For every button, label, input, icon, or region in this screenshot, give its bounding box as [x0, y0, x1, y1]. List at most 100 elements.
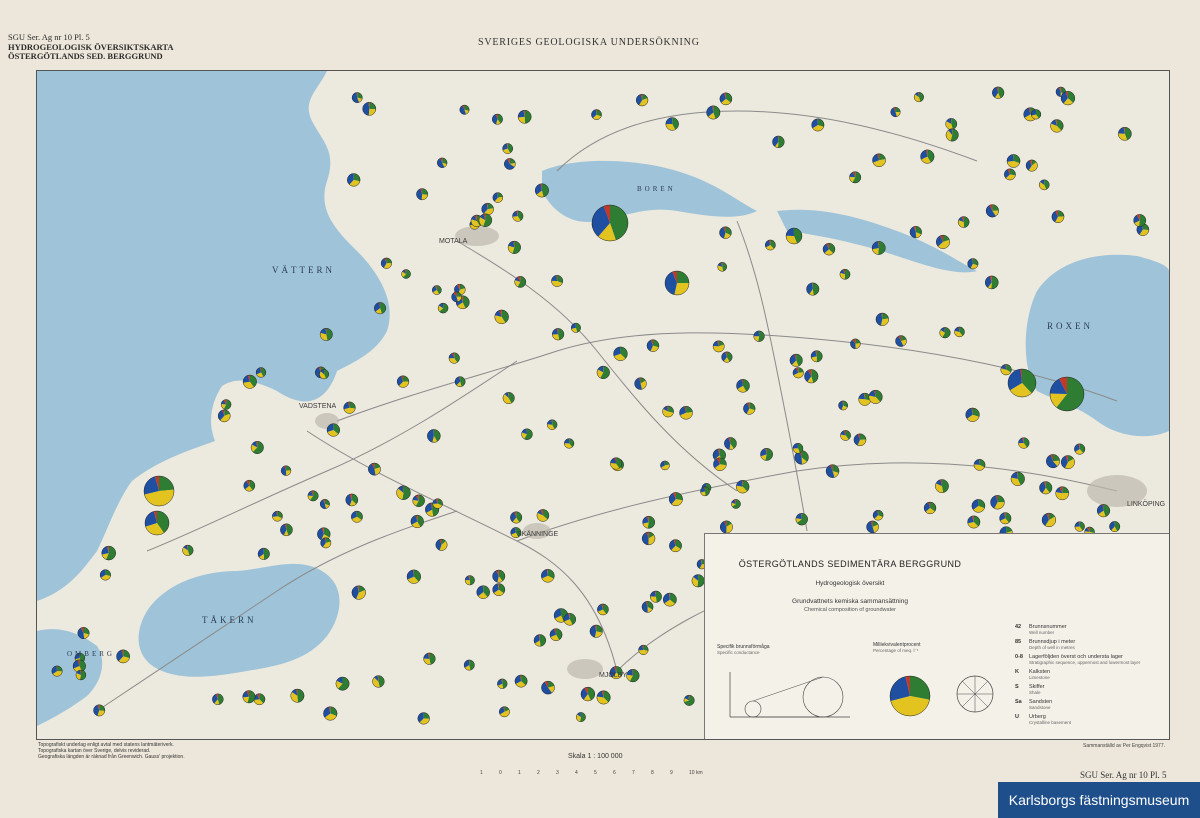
well-pie-symbol [743, 402, 756, 415]
legend-circle-diagram [956, 675, 994, 713]
legend-title: ÖSTERGÖTLANDS SEDIMENTÄRA BERGGRUND [738, 559, 962, 569]
well-pie-symbol [436, 157, 448, 168]
well-pie-symbol [706, 105, 721, 120]
well-pie-symbol [1050, 119, 1064, 133]
well-pie-symbol [1018, 437, 1030, 449]
well-pie-symbol [610, 457, 623, 470]
well-pie-symbol [985, 204, 999, 218]
legend-panel: ÖSTERGÖTLANDS SEDIMENTÄRA BERGGRUND Hydr… [704, 533, 1169, 749]
well-pie-symbol [1049, 376, 1085, 412]
well-pie-symbol [596, 365, 610, 380]
legend-key-item: Sa Sandsten Sandstone [1015, 699, 1165, 710]
legend-key-text: Lagerföljden överst och understa lager St… [1029, 654, 1141, 665]
well-pie-symbol [412, 494, 425, 507]
well-pie-symbol [272, 510, 283, 522]
well-pie-symbol [536, 509, 550, 522]
well-pie-symbol [634, 377, 647, 390]
well-pie-symbol [935, 234, 950, 249]
well-pie-symbol [1055, 486, 1070, 501]
legend-key-code: 42 [1015, 624, 1022, 630]
well-pie-symbol [494, 309, 509, 325]
well-pie-symbol [417, 712, 430, 725]
well-pie-symbol [416, 188, 429, 201]
header-left: SGU Ser. Ag nr 10 Pl. 5 HYDROGEOLOGISK Ö… [8, 32, 174, 62]
scale-tick: 2 [537, 770, 540, 776]
legend-key-code: 85 [1015, 639, 1022, 645]
scale-tick: 1 [480, 770, 483, 776]
well-pie-symbol [410, 514, 424, 529]
well-pie-symbol [872, 153, 886, 168]
well-pie-symbol [717, 262, 728, 272]
well-pie-symbol [323, 706, 338, 721]
well-pie-symbol [597, 603, 609, 616]
well-pie-symbol [1010, 471, 1025, 486]
well-pie-symbol [499, 706, 510, 718]
legend-key-code: 0-8 [1015, 654, 1023, 660]
well-pie-symbol [971, 499, 986, 513]
well-pie-symbol [99, 569, 111, 581]
well-pie-symbol [347, 173, 361, 187]
well-pie-symbol [144, 510, 170, 536]
legend-key-item: S Skiffer Shale [1015, 684, 1165, 695]
well-pie-symbol [580, 686, 596, 702]
percent-label-en: Percentage of meq. l⁻¹ [873, 648, 919, 653]
well-pie-symbol [973, 459, 986, 471]
well-pie-symbol [662, 592, 677, 607]
well-pie-symbol [217, 409, 231, 423]
well-pie-symbol [849, 171, 862, 184]
well-pie-symbol [913, 92, 924, 103]
well-pie-symbol [792, 442, 804, 454]
well-pie-symbol [257, 547, 270, 560]
survey-title: SVERIGES GEOLOGISKA UNDERSÖKNING [478, 37, 700, 48]
well-pie-symbol [872, 509, 884, 521]
well-pie-symbol [319, 327, 333, 341]
label-roxen: ROXEN [1047, 321, 1093, 331]
region-title: ÖSTERGÖTLANDS SED. BERGGRUND [8, 51, 163, 61]
well-pie-symbol [319, 498, 330, 509]
well-pie-symbol [1004, 168, 1016, 181]
well-pie-symbol [51, 665, 63, 677]
well-pie-symbol [724, 437, 737, 450]
well-pie-symbol [1074, 521, 1085, 532]
legend-key-text: Kalksten Limestone [1029, 669, 1051, 680]
well-pie-symbol [220, 399, 232, 410]
well-pie-symbol [563, 613, 577, 626]
label-vadstena: VADSTENA [299, 403, 337, 410]
well-pie-symbol [546, 419, 558, 430]
well-pie-symbol [514, 674, 528, 688]
well-pie-symbol [380, 257, 393, 269]
well-pie-symbol [721, 351, 733, 363]
scale-bar: 1 0 1 2 3 4 5 6 7 8 9 10 km [480, 770, 710, 780]
well-pie-symbol [1060, 455, 1075, 470]
well-pie-symbol [923, 501, 937, 515]
well-pie-symbol [589, 624, 603, 638]
well-pie-symbol [920, 149, 935, 164]
well-pie-symbol [514, 276, 527, 288]
well-pie-symbol [372, 675, 385, 688]
well-pie-symbol [954, 326, 965, 338]
label-skanninge: SKÄNNINGE [517, 530, 559, 538]
legend-key-item: 85 Brunnsdjup i meter Depth of well in met… [1015, 639, 1165, 650]
well-pie-symbol [491, 113, 503, 125]
well-pie-symbol [1096, 504, 1111, 518]
scale-tick: 0 [499, 770, 502, 776]
well-pie-symbol [362, 101, 377, 116]
label-mjolby: MJÖLBY [599, 671, 627, 679]
specific-capacity-en: Specific conductance [717, 650, 760, 655]
well-pie-symbol [512, 210, 524, 222]
well-pie-symbol [990, 495, 1005, 510]
well-pie-symbol [570, 322, 581, 333]
well-pie-symbol [517, 109, 532, 124]
legend-section: Grundvattnets kemiska sammansättning [792, 598, 908, 605]
well-pie-symbol [853, 433, 867, 447]
well-pie-symbol [575, 712, 586, 723]
scale-label: Skala 1 : 100 000 [568, 753, 623, 760]
well-pie-symbol [825, 464, 840, 478]
well-pie-symbol [967, 515, 981, 529]
well-pie-symbol [1117, 126, 1132, 141]
well-pie-symbol [795, 513, 808, 526]
well-pie-symbol [850, 338, 861, 350]
well-pie-symbol [478, 213, 493, 227]
well-pie-symbol [1133, 214, 1147, 227]
well-pie-symbol [549, 628, 563, 642]
